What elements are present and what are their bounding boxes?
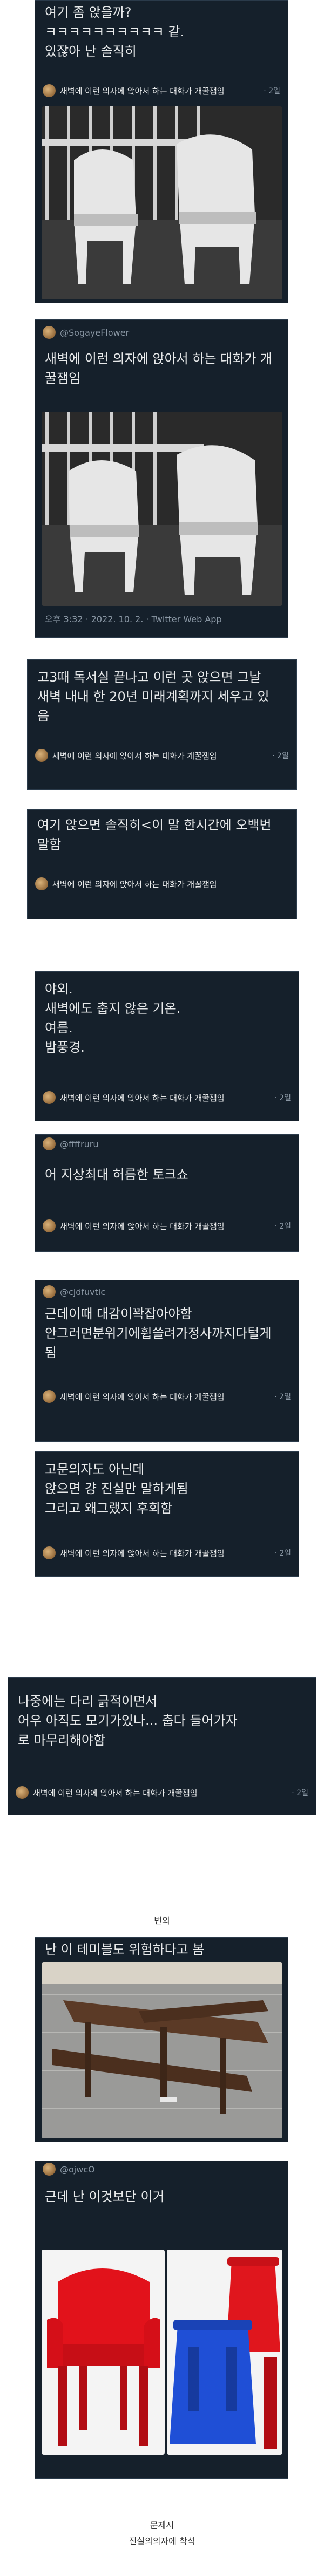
plastic-stools-photo [167, 2250, 282, 2455]
reply-context[interactable]: 새벽에 이런 의자에 앉아서 하는 대화가 개꿀잼임 · 2일 [43, 81, 280, 100]
username: @ojwcO [60, 2164, 95, 2175]
reply-time: · 2일 [292, 1789, 308, 1797]
tweet-card-2: @SogayeFlower 새벽에 이런 의자에 앉아서 하는 대화가 개 꿀잼… [35, 319, 288, 638]
tweet-card-1: 여기 좀 앉을까? ㅋㅋㅋㅋㅋㅋㅋㅋㅋㅋ 같. 있잖아 난 솔직히 새벽에 이런… [35, 0, 288, 303]
tweet-card-5: 야외. 새벽에도 춥지 않은 기온. 여름. 밤풍경. 새벽에 이런 의자에 앉… [35, 971, 299, 1121]
avatar-icon [43, 1137, 56, 1150]
bonus-caption: 번외 [154, 1916, 170, 1926]
avatar-icon [43, 2163, 56, 2176]
avatar-icon [35, 749, 48, 762]
reply-context-text: 새벽에 이런 의자에 앉아서 하는 대화가 개꿀잼임 [60, 1392, 225, 1402]
reply-context[interactable]: 새벽에 이런 의자에 앉아서 하는 대화가 개꿀잼임 [35, 875, 289, 893]
tweet-text: 고문의자도 아닌데 앉으면 걍 진실만 말하게됨 그리고 왜그랬지 후회함 [45, 1462, 188, 1516]
tweet-text: 여기 앉으면 솔직히<이 말 한시간에 오백번 말함 [37, 817, 272, 852]
tweet-card-7: @cjdfuvtic 근데이때 대감이꽉잡아야함 안그러면분위기에휩쓸려가정사까… [35, 1280, 299, 1442]
tweet-card-11: @ojwcO 근데 난 이것보단 이거 [35, 2161, 288, 2479]
tweet-author[interactable]: @ojwcO [43, 2161, 95, 2177]
picnic-table-photo [42, 1962, 282, 2138]
chairs-photo-2 [42, 412, 282, 606]
tweet-card-3: 고3때 독서실 끝나고 이런 곳 앉으면 그날 새벽 내내 한 20년 미래계획… [27, 659, 297, 790]
tweet-text: 고3때 독서실 끝나고 이런 곳 앉으면 그날 새벽 내내 한 20년 미래계획… [37, 670, 269, 724]
tweet-author[interactable]: @ffffruru [43, 1136, 98, 1152]
username: @cjdfuvtic [60, 1286, 106, 1297]
tweet-author[interactable]: @SogayeFlower [43, 324, 129, 340]
avatar-icon [43, 1091, 56, 1104]
reply-context-text: 새벽에 이런 의자에 앉아서 하는 대화가 개꿀잼임 [60, 1093, 225, 1103]
reply-context-text: 새벽에 이런 의자에 앉아서 하는 대화가 개꿀잼임 [33, 1788, 198, 1798]
red-chair-photo [42, 2250, 165, 2455]
reply-context-text: 새벽에 이런 의자에 앉아서 하는 대화가 개꿀잼임 [60, 1221, 225, 1231]
reply-context-text: 새벽에 이런 의자에 앉아서 하는 대화가 개꿀잼임 [60, 86, 225, 96]
reply-context[interactable]: 새벽에 이런 의자에 앉아서 하는 대화가 개꿀잼임 · 2일 [43, 1387, 291, 1406]
tweet-text: 근데이때 대감이꽉잡아야함 안그러면분위기에휩쓸려가정사까지다털게 됨 [45, 1306, 272, 1360]
avatar-icon [43, 1546, 56, 1559]
tweet-text: 난 이 테미블도 위험하다고 봄 [45, 1942, 205, 1957]
avatar-icon [16, 1786, 29, 1799]
footer-caption-2: 진실의의자에 착석 [129, 2536, 195, 2546]
tweet-text: 야외. 새벽에도 춥지 않은 기온. 여름. 밤풍경. [45, 982, 181, 1055]
reply-context[interactable]: 새벽에 이런 의자에 앉아서 하는 대화가 개꿀잼임 · 2일 [43, 1217, 291, 1235]
tweet-text: 어 지상최대 허름한 토크쇼 [45, 1167, 188, 1182]
avatar-icon [43, 84, 56, 97]
avatar-icon [43, 1390, 56, 1403]
reply-time: · 2일 [274, 1094, 291, 1102]
reply-context[interactable]: 새벽에 이런 의자에 앉아서 하는 대화가 개꿀잼임 · 2일 [16, 1783, 308, 1802]
reply-context[interactable]: 새벽에 이런 의자에 앉아서 하는 대화가 개꿀잼임 · 2일 [35, 746, 289, 765]
reply-time: · 2일 [264, 87, 280, 96]
avatar-icon [43, 1285, 56, 1298]
tweet-text: 여기 좀 앉을까? ㅋㅋㅋㅋㅋㅋㅋㅋㅋㅋ 같. 있잖아 난 솔직히 [45, 5, 185, 59]
reply-time: · 2일 [274, 1393, 291, 1401]
tweet-card-4: 여기 앉으면 솔직히<이 말 한시간에 오백번 말함 새벽에 이런 의자에 앉아… [27, 809, 297, 919]
tweet-text: 근데 난 이것보단 이거 [45, 2189, 165, 2204]
tweet-text: 새벽에 이런 의자에 앉아서 하는 대화가 개 꿀잼임 [45, 351, 273, 386]
tweet-text: 나중에는 다리 긁적이면서 어우 아직도 모기가있나... 춥다 들어가자 로 … [18, 1694, 238, 1748]
tweet-meta: 오후 3:32 · 2022. 10. 2. · Twitter Web App [45, 614, 222, 624]
avatar-icon [43, 326, 56, 339]
username: @SogayeFlower [60, 327, 130, 338]
reply-time: · 2일 [274, 1549, 291, 1558]
avatar-icon [35, 877, 48, 890]
reply-time: · 2일 [274, 1222, 291, 1231]
tweet-author[interactable]: @cjdfuvtic [43, 1284, 105, 1300]
reply-context-text: 새벽에 이런 의자에 앉아서 하는 대화가 개꿀잼임 [60, 1548, 225, 1558]
tweet-card-8: 고문의자도 아닌데 앉으면 걍 진실만 말하게됨 그리고 왜그랬지 후회함 새벽… [35, 1451, 299, 1577]
footer-caption-1: 문제시 [150, 2520, 174, 2530]
tweet-card-10: 난 이 테미블도 위험하다고 봄 [35, 1937, 288, 2142]
reply-context[interactable]: 새벽에 이런 의자에 앉아서 하는 대화가 개꿀잼임 · 2일 [43, 1088, 291, 1107]
reply-context[interactable]: 새벽에 이런 의자에 앉아서 하는 대화가 개꿀잼임 · 2일 [43, 1544, 291, 1562]
chairs-photo-1 [42, 106, 282, 299]
tweet-card-9: 나중에는 다리 긁적이면서 어우 아직도 모기가있나... 춥다 들어가자 로 … [8, 1677, 316, 1815]
tweet-card-6: @ffffruru 어 지상최대 허름한 토크쇼 새벽에 이런 의자에 앉아서 … [35, 1134, 299, 1252]
reply-time: · 2일 [272, 752, 289, 760]
reply-context-text: 새벽에 이런 의자에 앉아서 하는 대화가 개꿀잼임 [52, 751, 217, 761]
avatar-icon [43, 1219, 56, 1232]
username: @ffffruru [60, 1139, 99, 1149]
reply-context-text: 새벽에 이런 의자에 앉아서 하는 대화가 개꿀잼임 [52, 879, 217, 889]
